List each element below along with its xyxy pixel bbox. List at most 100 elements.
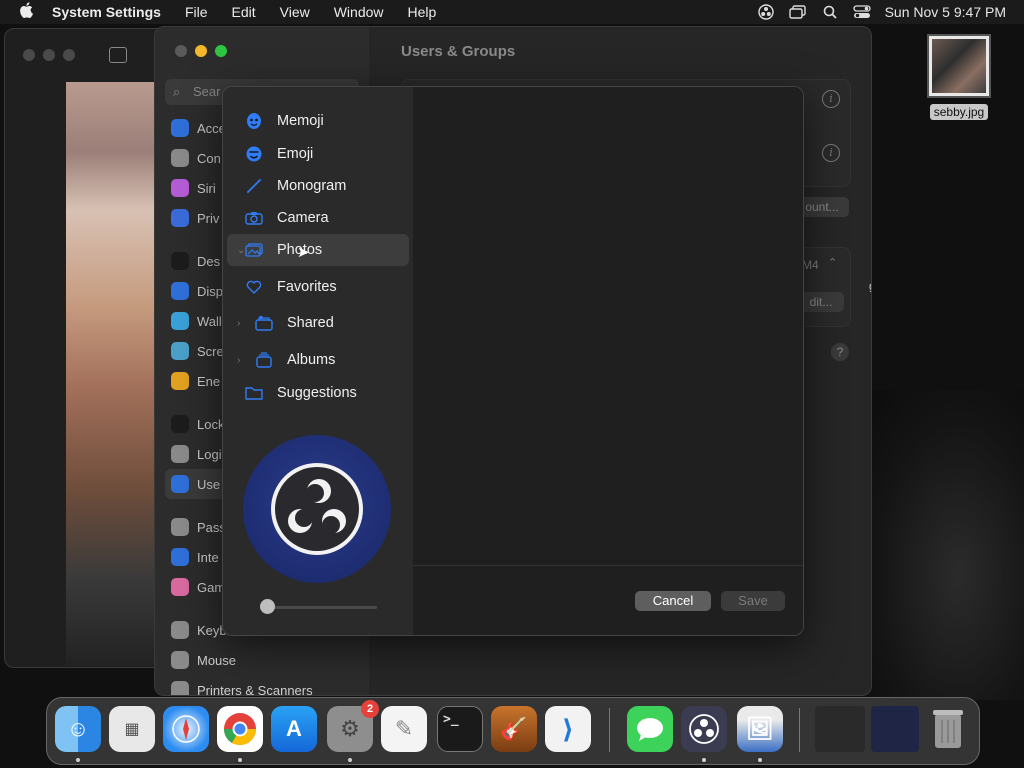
sidebar-item-icon (171, 179, 189, 197)
sidebar-item-label: Gam (197, 579, 226, 595)
desktop-file[interactable]: sebby.jpg (924, 34, 994, 121)
dock-vscode-icon[interactable]: ⟩ (545, 706, 591, 752)
sidebar-item-label: Priv (197, 210, 220, 226)
dock-finder-icon[interactable]: ☺ (55, 706, 101, 752)
dock-preview-icon[interactable]: 🖼 (737, 706, 783, 752)
source-emoji-label: Emoji (277, 146, 314, 162)
settings-page-title: Users & Groups (401, 43, 516, 60)
dock: ☺ ▦ A ⚙ 2 ✎ >_ 🎸 ⟩ 🖼 (46, 697, 980, 765)
dock-garageband-icon[interactable]: 🎸 (491, 706, 537, 752)
dialog-divider (413, 565, 803, 566)
source-camera[interactable]: Camera (227, 202, 409, 234)
obs-status-icon[interactable] (757, 4, 775, 20)
source-suggestions-label: Suggestions (277, 385, 357, 401)
cancel-button[interactable]: Cancel (635, 591, 711, 611)
source-emoji[interactable]: Emoji (227, 138, 409, 170)
sidebar-item-label: Scre (197, 343, 224, 359)
sidebar-item-icon (171, 445, 189, 463)
menu-view[interactable]: View (268, 4, 322, 20)
sidebar-item-icon (171, 681, 189, 695)
sidebar-item[interactable]: Printers & Scanners (165, 675, 365, 695)
save-button[interactable]: Save (721, 591, 785, 611)
sidebar-item-label: Use (197, 476, 221, 492)
apple-icon[interactable] (0, 2, 52, 22)
dock-chrome-icon[interactable] (217, 706, 263, 752)
dock-trash-icon[interactable] (925, 706, 971, 752)
source-memoji-label: Memoji (277, 113, 324, 129)
menu-edit[interactable]: Edit (220, 4, 268, 20)
chevron-right-icon[interactable]: › (237, 318, 240, 329)
sidebar-item-icon (171, 372, 189, 390)
dock-textedit-icon[interactable]: ✎ (381, 706, 427, 752)
source-memoji[interactable]: Memoji (227, 105, 409, 137)
background-window-controls[interactable] (23, 49, 75, 61)
chevron-right-icon[interactable]: › (237, 355, 240, 366)
edit-button[interactable]: dit... (798, 292, 844, 312)
menu-help[interactable]: Help (396, 4, 449, 20)
info-icon[interactable]: i (822, 144, 840, 162)
memoji-icon (243, 112, 265, 130)
zoom-button[interactable] (215, 45, 227, 57)
search-icon: ⌕ (173, 84, 181, 99)
albums-icon (253, 351, 275, 369)
sidebar-item-icon (171, 518, 189, 536)
shared-album-icon (253, 314, 275, 332)
source-monogram[interactable]: Monogram (227, 170, 409, 202)
picture-picker-dialog: Memoji Emoji Monogram Camera ⌄ Photos ➤ … (222, 86, 804, 636)
chevron-down-icon[interactable]: ⌄ (237, 245, 245, 256)
sidebar-item-icon (171, 342, 189, 360)
source-favorites[interactable]: Favorites (227, 271, 409, 303)
source-suggestions[interactable]: Suggestions (227, 377, 409, 409)
menu-app-name[interactable]: System Settings (52, 4, 173, 20)
sidebar-item-label: Mouse (197, 652, 237, 668)
minimize-button[interactable] (195, 45, 207, 57)
notification-badge: 2 (361, 700, 379, 718)
help-icon[interactable]: ? (831, 343, 849, 361)
search-icon[interactable] (821, 5, 839, 19)
obs-logo-icon (271, 463, 363, 555)
zoom-slider-track[interactable] (267, 606, 377, 609)
dock-minimized-window-obs[interactable] (871, 706, 919, 752)
sidebar-item-icon (171, 119, 189, 137)
heart-icon (243, 278, 265, 296)
avatar-preview[interactable] (243, 435, 391, 583)
dropdown-value[interactable]: M4 (802, 258, 819, 272)
source-albums[interactable]: › Albums (227, 344, 409, 376)
sidebar-item-icon (171, 415, 189, 433)
close-button[interactable] (175, 45, 187, 57)
settings-window-controls (175, 45, 227, 57)
photo-grid-area[interactable] (413, 87, 803, 635)
sidebar-item-icon (171, 578, 189, 596)
sidebar-item-icon (171, 621, 189, 639)
sidebar-item-label: Con (197, 150, 221, 166)
dock-terminal-icon[interactable]: >_ (437, 706, 483, 752)
source-photos[interactable]: ⌄ Photos ➤ (227, 234, 409, 266)
chevron-updown-icon[interactable]: ⌃ (828, 256, 837, 269)
source-shared[interactable]: › Shared (227, 307, 409, 339)
background-photo (66, 82, 166, 666)
clock[interactable]: Sun Nov 5 9:47 PM (885, 4, 1006, 20)
dock-obs-icon[interactable] (681, 706, 727, 752)
file-name-label[interactable]: sebby.jpg (929, 104, 989, 120)
dock-messages-icon[interactable] (627, 706, 673, 752)
sidebar-item-label: Lock (197, 416, 225, 432)
dock-appstore-icon[interactable]: A (271, 706, 317, 752)
sidebar-item-label: Ene (197, 373, 221, 389)
sidebar-toggle-icon[interactable] (109, 47, 127, 63)
picture-source-list: Memoji Emoji Monogram Camera ⌄ Photos ➤ … (227, 105, 409, 409)
zoom-slider-thumb[interactable] (260, 599, 275, 614)
dock-minimized-window-chrome[interactable] (815, 706, 865, 752)
screen-mirror-icon[interactable] (788, 5, 807, 19)
control-center-icon[interactable] (852, 5, 871, 19)
sidebar-item-label: Logi (197, 446, 222, 462)
dock-safari-icon[interactable] (163, 706, 209, 752)
dock-launchpad-icon[interactable]: ▦ (109, 706, 155, 752)
source-camera-label: Camera (277, 210, 329, 226)
sidebar-item[interactable]: Mouse (165, 645, 365, 675)
info-icon[interactable]: i (822, 90, 840, 108)
menu-file[interactable]: File (173, 4, 220, 20)
dock-system-settings-icon[interactable]: ⚙ 2 (327, 700, 379, 752)
menu-window[interactable]: Window (322, 4, 396, 20)
pencil-icon (243, 177, 265, 195)
file-thumbnail[interactable] (927, 34, 991, 98)
